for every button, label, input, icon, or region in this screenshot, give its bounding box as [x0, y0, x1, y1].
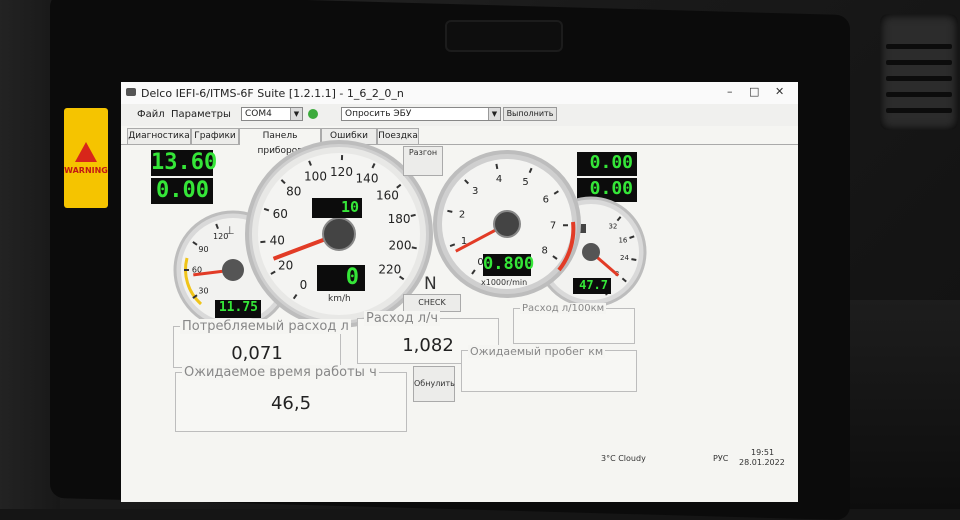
warning-triangle-icon	[75, 142, 97, 162]
gauge-cluster: 0306090120 ⊥ 321624840 02040608010012014…	[121, 82, 798, 502]
speed-tick-label: 60	[273, 207, 288, 221]
warning-sticker-label: WARNING	[64, 166, 108, 175]
gauge-tick-mark	[412, 247, 417, 248]
temperature-display: 11.75	[215, 300, 261, 318]
laptop-webcam	[445, 20, 563, 52]
consumed-fuel-value: 0,071	[174, 343, 340, 364]
razgon-button[interactable]: Разгон	[403, 146, 443, 176]
app-window: Delco IEFI-6/ITMS-6F Suite [1.2.1.1] - 1…	[121, 82, 798, 502]
speed-tick-label: 120	[330, 165, 353, 179]
speed-main-display: 0	[317, 265, 365, 291]
rpm-unit: x1000r/min	[481, 278, 527, 287]
fuel-per-100km-label: Расход л/100км	[520, 303, 606, 314]
gauge-tick-mark	[260, 242, 265, 243]
speed-tick-label: 100	[304, 170, 327, 184]
speed-tick-label: 200	[389, 238, 412, 252]
expected-mileage-field: Ожидаемый пробег км	[461, 350, 637, 392]
check-engine-indicator: CHECK	[403, 294, 461, 312]
temp-tick-label: 90	[198, 245, 208, 254]
runtime-field: Ожидаемое время работы ч 46,5	[175, 372, 407, 432]
consumed-fuel-field: Потребляемый расход л 0,071	[173, 326, 341, 368]
speed-tick-label: 180	[388, 212, 411, 226]
rpm-tick-label: 2	[459, 209, 465, 220]
consumed-fuel-label: Потребляемый расход л	[180, 319, 351, 334]
speed-unit: km/h	[328, 294, 351, 304]
rpm-tick-label: 8	[542, 246, 548, 257]
fuel-tick-label: 16	[618, 237, 627, 245]
fuel-tick-label: 32	[608, 222, 617, 230]
speed-small-display: 10	[312, 198, 362, 218]
clock-time: 19:51	[751, 448, 774, 457]
speed-tick-label: 160	[376, 188, 399, 202]
fuel-display: 47.7	[573, 278, 611, 294]
reset-button[interactable]: Обнулить	[413, 366, 455, 402]
clock-date: 28.01.2022	[739, 458, 785, 467]
rpm-tick-label: 3	[472, 186, 478, 197]
rpm-tick-label: 4	[496, 174, 502, 185]
speed-tick-label: 140	[356, 172, 379, 186]
gauge-tick-mark	[411, 215, 416, 216]
fuel-tick-label: 24	[620, 254, 629, 262]
gear-indicator: N	[424, 274, 437, 294]
speed-tick-label: 20	[278, 258, 293, 272]
warning-sticker: WARNING	[64, 108, 108, 208]
rpm-display: 0.800	[483, 254, 531, 276]
speed-tick-label: 40	[270, 233, 285, 247]
gauge-tick-mark	[631, 259, 636, 260]
expected-mileage-label: Ожидаемый пробег км	[468, 345, 605, 358]
runtime-value: 46,5	[176, 393, 406, 414]
gauge-tick-mark	[447, 211, 452, 212]
speed-tick-label: 80	[286, 185, 301, 199]
rpm-tick-label: 6	[543, 195, 549, 206]
fuel-rate-label: Расход л/ч	[364, 311, 440, 326]
runtime-label: Ожидаемое время работы ч	[182, 365, 379, 380]
rpm-tick-label: 7	[550, 220, 556, 231]
rpm-tick-label: 5	[522, 177, 528, 188]
taskbar: 3°C Cloudy РУС 19:51 28.01.2022	[561, 447, 798, 469]
speed-tick-label: 0	[300, 278, 308, 292]
coolant-icon: ⊥	[225, 224, 235, 237]
air-vent	[880, 14, 958, 130]
speed-tick-label: 220	[378, 263, 401, 277]
fuel-per-100km-field: Расход л/100км	[513, 308, 635, 344]
language-indicator[interactable]: РУС	[713, 454, 728, 463]
weather-text: 3°C Cloudy	[601, 454, 646, 463]
temp-tick-label: 30	[198, 286, 208, 295]
gauge-tick-mark	[496, 164, 497, 169]
